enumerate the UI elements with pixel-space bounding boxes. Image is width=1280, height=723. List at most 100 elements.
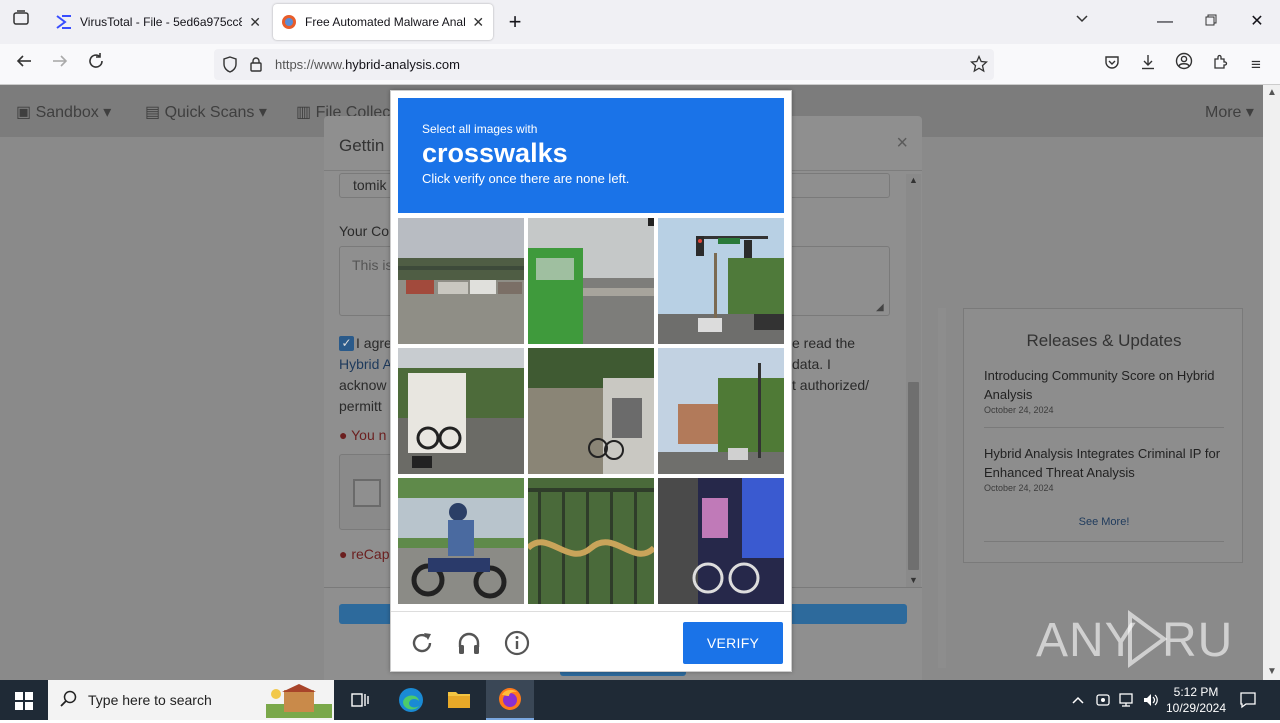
- tab-list-icon[interactable]: [8, 9, 34, 35]
- modal-title: Gettin: [339, 136, 385, 155]
- verify-button[interactable]: VERIFY: [683, 622, 783, 664]
- image-tile-street-with-traffic-light[interactable]: [658, 348, 784, 474]
- file-icon: ▤: [145, 104, 161, 121]
- hybrid-analysis-favicon-icon: [281, 14, 297, 30]
- back-icon[interactable]: [11, 52, 37, 78]
- nav-more[interactable]: More ▾: [1205, 102, 1254, 122]
- close-window-icon[interactable]: ✕: [1242, 8, 1272, 36]
- recaptcha-checkbox[interactable]: [353, 479, 381, 507]
- image-tile-bicycle-shop[interactable]: [658, 478, 784, 604]
- headphones-icon[interactable]: [456, 630, 482, 656]
- tab-virustotal[interactable]: VirusTotal - File - 5ed6a975cc80 ✕: [48, 4, 270, 40]
- menu-icon[interactable]: ≡: [1243, 52, 1269, 78]
- new-tab-icon[interactable]: +: [500, 8, 530, 36]
- challenge-hint: Click verify once there are none left.: [422, 171, 630, 186]
- error-icon: ●: [339, 427, 348, 443]
- files-icon: ▥: [296, 104, 312, 121]
- agree-text-line: permitt: [339, 398, 382, 414]
- tab-bar: VirusTotal - File - 5ed6a975cc80 ✕ Free …: [0, 0, 1280, 44]
- agree-text-line: data. I: [792, 356, 831, 372]
- agree-text-line: t authorized/: [792, 377, 870, 393]
- release-link[interactable]: Introducing Community Score on Hybrid An…: [984, 366, 1224, 404]
- account-icon[interactable]: [1171, 52, 1197, 78]
- taskbar-search[interactable]: Type here to search: [48, 680, 334, 720]
- image-tile-green-truck[interactable]: [528, 218, 654, 344]
- scroll-down-icon[interactable]: ▼: [1267, 666, 1277, 677]
- agree-text-line: I agre: [356, 335, 392, 351]
- reload-challenge-icon[interactable]: [409, 630, 435, 656]
- comment-label: Your Co: [339, 223, 390, 239]
- bookmark-star-icon[interactable]: [969, 54, 989, 78]
- url-prefix: https://www.: [275, 57, 346, 72]
- image-tile-parked-cars[interactable]: [398, 218, 524, 344]
- info-icon[interactable]: [504, 630, 530, 656]
- restore-icon[interactable]: [1196, 8, 1226, 36]
- edge-icon[interactable]: [398, 687, 424, 718]
- tab-hybrid-analysis[interactable]: Free Automated Malware Analy ✕: [273, 4, 493, 40]
- volume-icon[interactable]: [1142, 692, 1160, 713]
- chevron-down-icon[interactable]: [1067, 8, 1097, 36]
- address-bar[interactable]: https://www.hybrid-analysis.com: [214, 49, 994, 80]
- scrollbar-thumb[interactable]: [908, 382, 919, 570]
- image-tile-rv-with-bike[interactable]: [398, 348, 524, 474]
- image-tile-green-fence[interactable]: [528, 478, 654, 604]
- close-tab-icon[interactable]: ✕: [471, 14, 485, 31]
- image-tile-traffic-light-intersection[interactable]: [658, 218, 784, 344]
- resize-handle-icon[interactable]: ◢: [876, 302, 884, 313]
- navigation-bar: https://www.hybrid-analysis.com ≡: [0, 44, 1280, 85]
- pocket-icon[interactable]: [1099, 52, 1125, 78]
- search-icon: [60, 690, 78, 713]
- email-value: tomik: [353, 177, 387, 193]
- minimize-icon[interactable]: —: [1150, 8, 1180, 36]
- url-text[interactable]: https://www.hybrid-analysis.com: [275, 57, 460, 72]
- file-explorer-icon[interactable]: [447, 688, 471, 715]
- scroll-up-icon[interactable]: ▲: [1267, 87, 1277, 98]
- release-date: October 24, 2024: [984, 405, 1054, 415]
- releases-title: Releases & Updates: [1026, 331, 1182, 350]
- lock-icon[interactable]: [249, 56, 263, 78]
- agree-text-link[interactable]: Hybrid A: [339, 356, 392, 372]
- scroll-down-icon[interactable]: ▼: [909, 575, 918, 585]
- agree-checkbox[interactable]: ✓: [339, 336, 354, 351]
- system-clock[interactable]: 5:12 PM 10/29/2024: [1164, 684, 1228, 716]
- release-link[interactable]: Hybrid Analysis Integrates Criminal IP f…: [984, 444, 1224, 482]
- modal-scrollbar[interactable]: ▲ ▼: [906, 174, 921, 587]
- url-domain: hybrid-analysis.com: [345, 57, 460, 72]
- image-tile-wall-with-bicycle[interactable]: [528, 348, 654, 474]
- shield-icon[interactable]: [222, 56, 238, 78]
- notifications-icon[interactable]: [1239, 691, 1257, 714]
- page-scrollbar[interactable]: ▲ ▼: [1263, 85, 1280, 680]
- error-icon: ●: [339, 546, 348, 562]
- challenge-object: crosswalks: [422, 138, 568, 168]
- network-icon[interactable]: [1118, 692, 1136, 713]
- close-tab-icon[interactable]: ✕: [248, 14, 262, 31]
- nav-quick-scans[interactable]: ▤ Quick Scans ▾: [145, 102, 267, 122]
- extensions-icon[interactable]: [1207, 52, 1233, 78]
- challenge-header: Select all images with crosswalks Click …: [398, 98, 784, 213]
- error-text: reCap: [351, 546, 390, 562]
- forward-icon[interactable]: [47, 52, 73, 78]
- release-date: October 24, 2024: [984, 483, 1054, 493]
- anyrun-watermark: ANY RUN: [1036, 606, 1268, 681]
- firefox-taskbar-button[interactable]: [486, 680, 534, 720]
- recaptcha-challenge: Select all images with crosswalks Click …: [390, 90, 792, 672]
- downloads-icon[interactable]: [1135, 52, 1161, 78]
- image-tile-motorcycle-rider[interactable]: [398, 478, 524, 604]
- reload-icon[interactable]: [83, 52, 109, 78]
- agree-text-line: acknow: [339, 377, 387, 393]
- nav-more-label: More ▾: [1205, 104, 1254, 121]
- chevron-up-icon[interactable]: [1071, 693, 1085, 712]
- see-more-link[interactable]: See More!: [964, 516, 1244, 528]
- nav-sandbox[interactable]: ▣ Sandbox ▾: [16, 102, 111, 122]
- meet-now-icon[interactable]: [1095, 692, 1111, 713]
- clock-time: 5:12 PM: [1173, 685, 1219, 699]
- challenge-instruction: Select all images with: [422, 122, 538, 136]
- windows-taskbar: Type here to search 5:12 PM 10/29/2024: [0, 680, 1280, 720]
- windows-start-icon[interactable]: [15, 692, 33, 715]
- clock-date: 10/29/2024: [1165, 701, 1227, 715]
- close-icon[interactable]: ×: [896, 132, 908, 155]
- agree-text-line: e read the: [792, 335, 856, 351]
- scroll-up-icon[interactable]: ▲: [909, 175, 918, 185]
- nav-quick-scans-label: Quick Scans ▾: [164, 104, 267, 121]
- task-view-icon[interactable]: [351, 691, 369, 714]
